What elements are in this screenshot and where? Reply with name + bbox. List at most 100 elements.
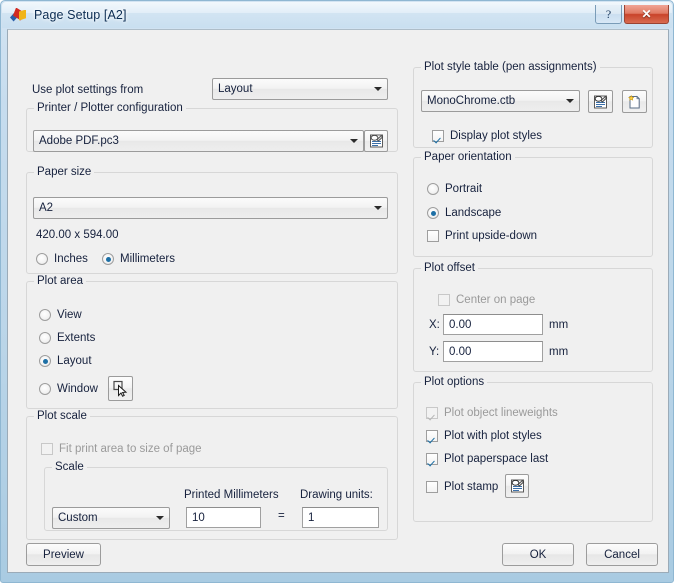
paper-units-inches-radio[interactable]: Inches bbox=[36, 253, 88, 265]
titlebar-buttons: ? ✕ bbox=[593, 5, 669, 24]
autocad-icon bbox=[10, 7, 27, 24]
new-plot-style-table-icon bbox=[628, 94, 641, 108]
window-title: Page Setup [A2] bbox=[34, 8, 127, 22]
print-upside-down-label: Print upside-down bbox=[445, 230, 538, 242]
use-plot-settings-from-value: Layout bbox=[218, 83, 253, 95]
checkbox-icon bbox=[426, 407, 438, 419]
plot-offset-group-title: Plot offset bbox=[421, 262, 478, 274]
preview-button[interactable]: Preview bbox=[26, 543, 101, 566]
plot-style-table-value: MonoChrome.ctb bbox=[427, 95, 516, 107]
pick-window-icon bbox=[113, 380, 128, 397]
checkbox-icon bbox=[438, 294, 450, 306]
display-plot-styles-checkbox[interactable]: Display plot styles bbox=[432, 130, 542, 142]
use-plot-settings-from-label: Use plot settings from bbox=[32, 84, 144, 96]
plot-stamp-settings-icon bbox=[510, 479, 524, 493]
plot-area-extents-label: Extents bbox=[57, 332, 96, 344]
scale-combo[interactable]: Custom bbox=[52, 507, 170, 529]
titlebar[interactable]: Page Setup [A2] ? ✕ bbox=[2, 2, 674, 28]
drawing-units-label: Drawing units: bbox=[300, 489, 373, 501]
edit-plot-style-table-icon bbox=[594, 95, 608, 108]
drawing-units-value: 1 bbox=[308, 511, 315, 524]
plot-with-plot-styles-label: Plot with plot styles bbox=[444, 430, 542, 442]
dialog-window: Page Setup [A2] ? ✕ Use plot settings fr… bbox=[0, 0, 674, 583]
printed-units-value: 10 bbox=[192, 511, 205, 524]
offset-y-input[interactable]: 0.00 bbox=[443, 341, 543, 362]
paper-units-millimeters-label: Millimeters bbox=[120, 253, 175, 265]
plot-area-layout-label: Layout bbox=[57, 355, 92, 367]
close-button[interactable]: ✕ bbox=[624, 5, 669, 24]
plot-area-view-radio[interactable]: View bbox=[39, 309, 82, 321]
orientation-landscape-radio[interactable]: Landscape bbox=[427, 207, 501, 219]
plot-paperspace-last-checkbox[interactable]: Plot paperspace last bbox=[426, 453, 548, 465]
plot-area-window-label: Window bbox=[57, 383, 98, 395]
plot-options-group-title: Plot options bbox=[421, 376, 488, 388]
paper-size-combo[interactable]: A2 bbox=[33, 197, 388, 219]
help-button[interactable]: ? bbox=[595, 5, 622, 24]
use-plot-settings-from-combo[interactable]: Layout bbox=[212, 78, 388, 100]
checkbox-icon bbox=[427, 230, 439, 242]
preview-button-label: Preview bbox=[43, 548, 84, 561]
radio-icon bbox=[427, 207, 439, 219]
plot-style-table-group-title: Plot style table (pen assignments) bbox=[421, 61, 600, 73]
checkbox-icon bbox=[426, 430, 438, 442]
plot-area-extents-radio[interactable]: Extents bbox=[39, 332, 95, 344]
plot-area-view-label: View bbox=[57, 309, 82, 321]
radio-icon bbox=[39, 309, 51, 321]
plot-options-group: Plot options bbox=[413, 376, 653, 522]
checkbox-icon bbox=[426, 481, 438, 493]
orientation-portrait-radio[interactable]: Portrait bbox=[427, 183, 482, 195]
radio-icon bbox=[36, 253, 48, 265]
center-on-page-label: Center on page bbox=[456, 294, 536, 306]
plot-area-window-radio[interactable]: Window bbox=[39, 383, 98, 395]
plot-object-lineweights-checkbox[interactable]: Plot object lineweights bbox=[426, 407, 558, 419]
radio-icon bbox=[39, 332, 51, 344]
offset-x-input[interactable]: 0.00 bbox=[443, 314, 543, 335]
scale-subgroup-title: Scale bbox=[52, 461, 87, 473]
plot-style-table-combo[interactable]: MonoChrome.ctb bbox=[421, 90, 580, 112]
print-upside-down-checkbox[interactable]: Print upside-down bbox=[427, 230, 537, 242]
plot-paperspace-last-label: Plot paperspace last bbox=[444, 453, 549, 465]
plot-stamp-label: Plot stamp bbox=[444, 481, 499, 493]
plot-with-plot-styles-checkbox[interactable]: Plot with plot styles bbox=[426, 430, 542, 442]
paper-dimensions-text: 420.00 x 594.00 bbox=[36, 229, 119, 241]
scale-value: Custom bbox=[58, 512, 98, 524]
dialog-client-area: Use plot settings from Layout Printer / … bbox=[7, 29, 669, 573]
ok-button-label: OK bbox=[529, 548, 547, 561]
fit-to-page-checkbox[interactable]: Fit print area to size of page bbox=[41, 443, 202, 455]
radio-icon bbox=[427, 183, 439, 195]
edit-plot-style-table-button[interactable] bbox=[588, 90, 613, 113]
cancel-button[interactable]: Cancel bbox=[586, 543, 658, 566]
radio-icon bbox=[102, 253, 114, 265]
paper-size-value: A2 bbox=[39, 202, 54, 214]
printed-units-label: Printed Millimeters bbox=[184, 489, 279, 501]
radio-icon bbox=[39, 355, 51, 367]
chevron-down-icon bbox=[369, 206, 387, 210]
pick-window-button[interactable] bbox=[108, 376, 133, 401]
offset-y-label: Y: bbox=[429, 346, 440, 358]
fit-to-page-label: Fit print area to size of page bbox=[59, 443, 202, 455]
printer-properties-button[interactable] bbox=[364, 130, 388, 152]
printed-units-input[interactable]: 10 bbox=[186, 507, 261, 528]
plot-stamp-settings-button[interactable] bbox=[505, 474, 529, 498]
cancel-button-label: Cancel bbox=[604, 548, 640, 561]
center-on-page-checkbox[interactable]: Center on page bbox=[438, 294, 535, 306]
offset-y-units: mm bbox=[549, 346, 569, 358]
paper-units-millimeters-radio[interactable]: Millimeters bbox=[102, 253, 175, 265]
display-plot-styles-label: Display plot styles bbox=[450, 130, 543, 142]
chevron-down-icon bbox=[561, 99, 579, 103]
plot-area-layout-radio[interactable]: Layout bbox=[39, 355, 92, 367]
ok-button[interactable]: OK bbox=[502, 543, 574, 566]
scale-equals-sign: = bbox=[278, 510, 285, 522]
plotter-name-combo[interactable]: Adobe PDF.pc3 bbox=[33, 130, 364, 152]
checkbox-icon bbox=[426, 453, 438, 465]
new-plot-style-table-button[interactable] bbox=[622, 90, 647, 113]
chevron-down-icon bbox=[151, 516, 169, 520]
checkbox-icon bbox=[41, 443, 53, 455]
offset-x-label: X: bbox=[429, 319, 440, 331]
orientation-portrait-label: Portrait bbox=[445, 183, 483, 195]
plot-object-lineweights-label: Plot object lineweights bbox=[444, 407, 558, 419]
orientation-landscape-label: Landscape bbox=[445, 207, 502, 219]
plot-stamp-checkbox[interactable]: Plot stamp bbox=[426, 481, 498, 493]
radio-icon bbox=[39, 383, 51, 395]
drawing-units-input[interactable]: 1 bbox=[302, 507, 379, 528]
